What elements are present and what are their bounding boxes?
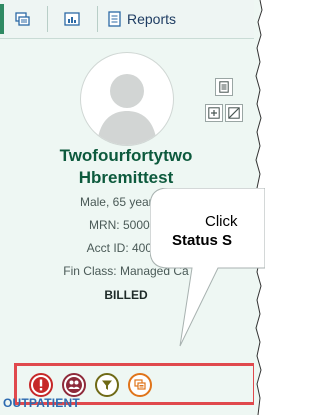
toolbar-separator	[97, 6, 98, 32]
patient-name-line2: Hbremittest	[78, 168, 174, 187]
orders-copy-status-button[interactable]	[128, 373, 152, 397]
toolbar-separator	[47, 6, 48, 32]
patient-name-line1: Twofourfortytwo	[59, 146, 193, 165]
care-team-status-button[interactable]	[62, 373, 86, 397]
tooltip-callout: Click Status S	[150, 188, 265, 348]
dashboard-icon	[64, 12, 80, 26]
reports-label: Reports	[127, 11, 177, 27]
toolbar: Reports	[0, 0, 258, 39]
filter-flag-icon	[99, 377, 115, 393]
toolbar-accent	[0, 4, 4, 34]
care-team-icon	[66, 377, 82, 393]
callout-line1: Click	[205, 213, 238, 230]
person-silhouette-icon	[97, 74, 157, 145]
patient-avatar	[80, 52, 174, 146]
encounter-type: OUTPATIENT	[3, 396, 80, 410]
report-icon	[108, 11, 121, 27]
orders-copy-icon	[132, 377, 148, 393]
document-icon[interactable]	[215, 78, 233, 96]
callout-line2: Status S	[172, 232, 233, 249]
copy-windows-button[interactable]	[10, 6, 34, 32]
callout-bubble-shape	[150, 188, 265, 347]
alert-icon	[33, 377, 49, 393]
remove-photo-icon[interactable]	[225, 104, 243, 122]
dashboard-button[interactable]	[60, 6, 84, 32]
upload-photo-icon[interactable]	[205, 104, 223, 122]
status-icons-row	[29, 373, 152, 397]
copy-windows-icon	[14, 11, 30, 27]
alert-status-button[interactable]	[29, 373, 53, 397]
filter-status-button[interactable]	[95, 373, 119, 397]
reports-button[interactable]: Reports	[108, 6, 188, 32]
